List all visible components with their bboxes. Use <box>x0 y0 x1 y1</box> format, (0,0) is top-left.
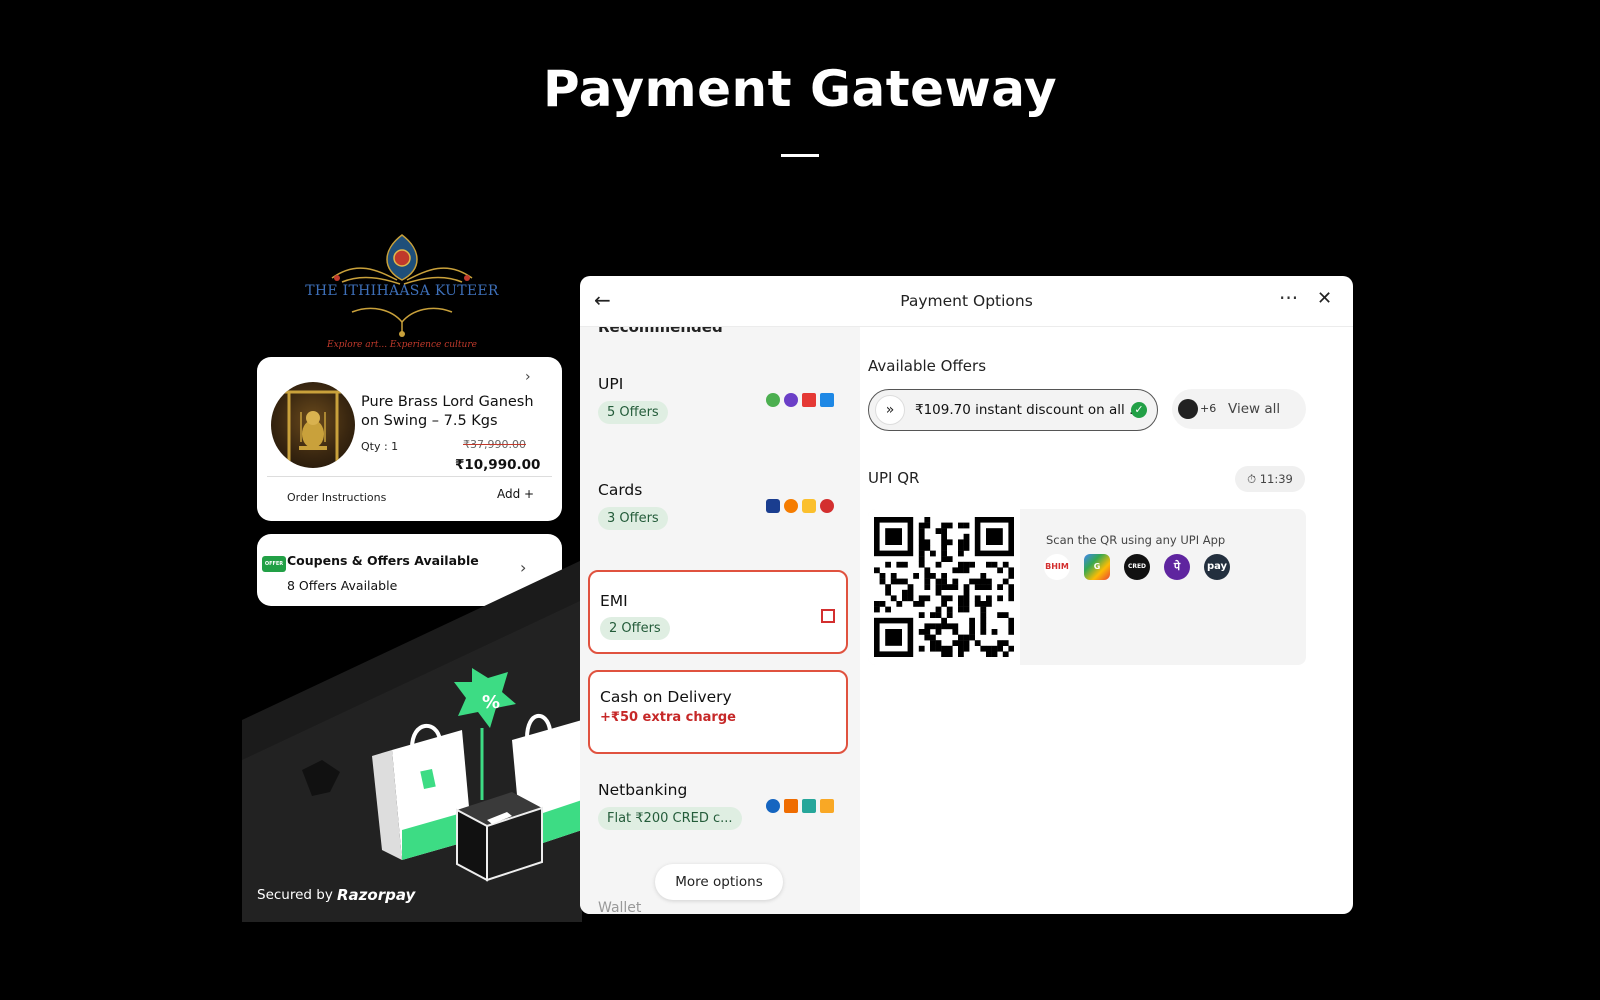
bank-a-icon <box>766 799 780 813</box>
payment-methods-list: Recommended UPI 5 Offers Cards 3 Offers … <box>580 327 860 914</box>
phonepe-icon <box>784 393 798 407</box>
maestro-icon <box>820 499 834 513</box>
panel-header: ← Payment Options ··· ✕ <box>580 276 1353 327</box>
bhim-icon: BHIM <box>1044 554 1070 580</box>
svg-text:%: % <box>482 692 500 713</box>
recommended-heading: Recommended <box>598 327 723 336</box>
qr-panel: Scan the QR using any UPI App BHIM G CRE… <box>868 509 1306 665</box>
offers-pill: 2 Offers <box>600 617 670 640</box>
product-original-price: ₹37,990.00 <box>463 438 526 451</box>
bank-c-icon <box>802 799 816 813</box>
bank-d-icon <box>820 799 834 813</box>
method-emi[interactable]: EMI 2 Offers <box>588 570 848 654</box>
product-card[interactable]: › Pure Brass Lord Ganesh on Swing – 7.5 … <box>257 357 562 521</box>
method-cards[interactable]: Cards 3 Offers <box>588 463 844 547</box>
chevron-right-icon[interactable]: › <box>525 369 531 385</box>
method-cash-on-delivery[interactable]: Cash on Delivery +₹50 extra charge <box>588 670 848 754</box>
razorpay-logo: Razorpay <box>337 886 416 904</box>
method-label: Netbanking <box>598 781 688 799</box>
rupay-icon <box>802 499 816 513</box>
cred-icon: CRED <box>1124 554 1150 580</box>
method-label: UPI <box>598 375 624 393</box>
view-all-offers-button[interactable]: +6 View all <box>1172 389 1306 429</box>
panel-title: Payment Options <box>900 292 1033 310</box>
upi-qr-heading: UPI QR <box>868 469 920 487</box>
page-title: Payment Gateway <box>542 60 1058 118</box>
brand-tagline: Explore art... Experience culture <box>327 340 477 350</box>
product-name: Pure Brass Lord Ganesh on Swing – 7.5 Kg… <box>361 394 534 429</box>
gpay-icon <box>766 393 780 407</box>
close-icon[interactable]: ✕ <box>1317 288 1332 309</box>
method-label: EMI <box>600 592 628 610</box>
offers-pill: 5 Offers <box>598 401 668 424</box>
phonepe-icon: पे <box>1164 554 1190 580</box>
method-label: Cash on Delivery <box>600 688 732 706</box>
order-instructions-label: Order Instructions <box>287 491 387 504</box>
bank-icons <box>766 799 834 813</box>
mastercard-icon <box>784 499 798 513</box>
more-offers-count: +6 <box>1200 402 1217 415</box>
google-pay-icon: G <box>1084 554 1110 580</box>
secured-by-label: Secured by <box>257 887 333 903</box>
available-offers-heading: Available Offers <box>868 357 987 375</box>
payment-options-panel: ← Payment Options ··· ✕ Recommended UPI … <box>580 276 1353 914</box>
upi-app-icons <box>766 393 834 407</box>
bhim-icon <box>802 393 816 407</box>
view-all-label: View all <box>1228 401 1281 417</box>
more-options-button[interactable]: More options <box>655 864 783 900</box>
bank-icon <box>821 609 835 623</box>
offer-brand-icon <box>1178 399 1198 419</box>
add-instructions-button[interactable]: Add + <box>497 487 534 501</box>
offer-text: ₹109.70 instant discount on all ... <box>915 402 1142 418</box>
check-icon: ✓ <box>1131 402 1147 418</box>
method-wallet[interactable]: Wallet <box>598 900 641 914</box>
offer-chip[interactable]: » ₹109.70 instant discount on all ... ✓ <box>868 389 1158 431</box>
method-upi[interactable]: UPI 5 Offers <box>588 357 844 441</box>
qr-code[interactable] <box>874 517 1014 657</box>
divider <box>267 476 552 477</box>
paytm-icon <box>820 393 834 407</box>
visa-icon <box>766 499 780 513</box>
method-label: Cards <box>598 481 643 499</box>
product-price: ₹10,990.00 <box>455 457 541 473</box>
offers-pill: Flat ₹200 CRED c... <box>598 807 742 830</box>
qr-timer: ⏱ 11:39 <box>1235 466 1305 492</box>
more-options-icon[interactable]: ··· <box>1279 286 1298 310</box>
bank-b-icon <box>784 799 798 813</box>
qr-scan-instruction: Scan the QR using any UPI App <box>1046 533 1226 547</box>
product-image <box>271 382 355 468</box>
offers-and-qr: Available Offers » ₹109.70 instant disco… <box>868 327 1353 914</box>
offer-brand-icon: » <box>875 395 905 425</box>
method-netbanking[interactable]: Netbanking Flat ₹200 CRED c... <box>588 767 844 851</box>
brand-name: THE ITHIHAASA KUTEER <box>305 283 499 299</box>
upi-apps-row: BHIM G CRED पे pay <box>1044 554 1230 580</box>
timer-value: 11:39 <box>1259 472 1293 486</box>
shopping-illustration: % <box>242 560 582 922</box>
extra-charge-note: +₹50 extra charge <box>600 710 736 725</box>
card-network-icons <box>766 499 834 513</box>
product-quantity: Qty : 1 <box>361 440 399 453</box>
timer-icon: ⏱ <box>1247 472 1257 486</box>
amazon-pay-icon: pay <box>1204 554 1230 580</box>
offers-pill: 3 Offers <box>598 507 668 530</box>
title-divider <box>781 154 819 157</box>
qr-background <box>868 509 1020 665</box>
